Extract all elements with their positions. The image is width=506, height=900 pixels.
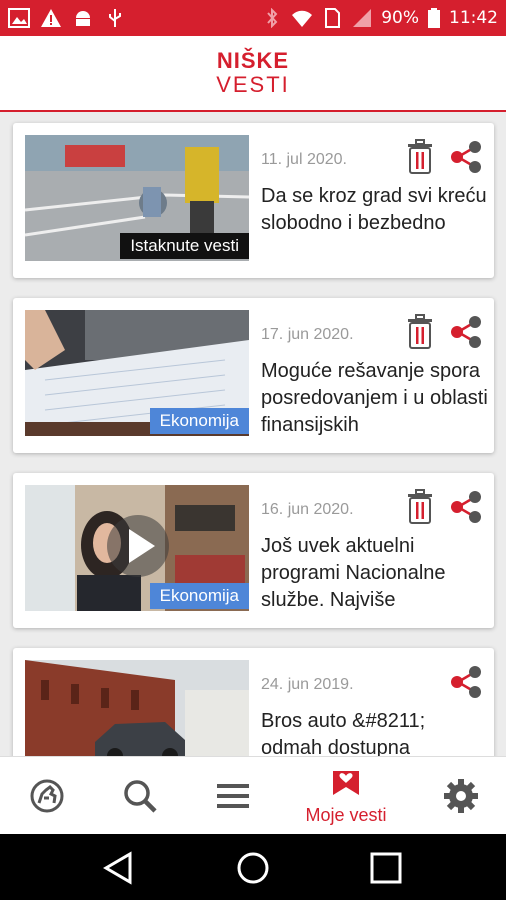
saved-articles-feed[interactable]: Istaknute vesti 11. jul 2020. Da se kroz… [0, 112, 506, 756]
category-tag[interactable]: Istaknute vesti [120, 233, 249, 259]
bookmark-heart-icon [333, 770, 359, 795]
trash-icon[interactable] [405, 489, 435, 525]
status-system: 90% 11:42 [261, 8, 498, 28]
article-title[interactable]: Bros auto &#8211; odmah dostupna [261, 708, 489, 756]
trash-icon[interactable] [405, 314, 435, 350]
nav-settings[interactable] [436, 757, 486, 835]
android-icon [76, 11, 90, 26]
article-thumbnail[interactable]: Ekonomija [25, 310, 249, 436]
article-title[interactable]: Još uvek aktuelni programi Nacionalne sl… [261, 533, 489, 614]
horseman-icon [30, 779, 64, 813]
sim-icon [325, 8, 341, 28]
article-card[interactable]: Ekonomija 17. jun 2020. Moguće rešavanje… [13, 298, 494, 453]
status-bar: 90% 11:42 [0, 0, 506, 36]
nav-my-news-label: Moje vesti [305, 804, 387, 825]
battery-icon [428, 8, 440, 28]
share-icon[interactable] [449, 139, 483, 175]
logo-line2: VESTI [216, 72, 290, 97]
share-icon[interactable] [449, 489, 483, 525]
battery-percent: 90% [381, 8, 419, 28]
bluetooth-icon [267, 8, 278, 28]
nav-search[interactable] [115, 757, 165, 835]
share-icon[interactable] [449, 664, 483, 700]
article-thumbnail[interactable] [25, 660, 249, 756]
article-title[interactable]: Da se kroz grad svi kreću slobodno i bez… [261, 183, 489, 237]
clock: 11:42 [449, 8, 498, 28]
logo-line1: NIŠKE [216, 48, 290, 73]
article-card[interactable]: Ekonomija 16. jun 2020. Još uvek aktueln… [13, 473, 494, 628]
nav-menu[interactable] [208, 757, 258, 835]
usb-icon [109, 9, 121, 27]
category-tag[interactable]: Ekonomija [149, 583, 249, 609]
article-date: 11. jul 2020. [261, 151, 347, 168]
article-date: 24. jun 2019. [261, 676, 354, 693]
bottom-navigation: Moje vesti [0, 756, 506, 834]
home-icon[interactable] [233, 848, 273, 888]
nav-home[interactable] [22, 757, 72, 835]
article-card[interactable]: 24. jun 2019. Bros auto &#8211; odmah do… [13, 648, 494, 756]
back-icon[interactable] [100, 848, 140, 888]
system-navigation-bar [0, 834, 506, 900]
article-date: 17. jun 2020. [261, 326, 354, 343]
article-thumbnail[interactable]: Istaknute vesti [25, 135, 249, 261]
share-icon[interactable] [449, 314, 483, 350]
article-date: 16. jun 2020. [261, 501, 354, 518]
menu-icon [217, 784, 249, 808]
article-photo [25, 660, 249, 756]
nav-my-news[interactable]: Moje vesti [296, 757, 396, 835]
status-notifications [8, 8, 126, 28]
image-icon [8, 8, 30, 28]
gear-icon [444, 779, 478, 813]
app-logo[interactable]: NIŠKE VESTI [216, 50, 290, 96]
wifi-icon [292, 10, 313, 27]
warning-icon [41, 9, 61, 27]
article-card[interactable]: Istaknute vesti 11. jul 2020. Da se kroz… [13, 123, 494, 278]
article-thumbnail[interactable]: Ekonomija [25, 485, 249, 611]
play-icon[interactable] [105, 513, 171, 579]
recents-icon[interactable] [366, 848, 406, 888]
search-icon [124, 780, 157, 813]
app-header: NIŠKE VESTI [0, 36, 506, 112]
article-title[interactable]: Moguće rešavanje spora posredovanjem i u… [261, 358, 489, 439]
category-tag[interactable]: Ekonomija [149, 408, 249, 434]
trash-icon[interactable] [405, 139, 435, 175]
signal-icon [353, 9, 372, 27]
